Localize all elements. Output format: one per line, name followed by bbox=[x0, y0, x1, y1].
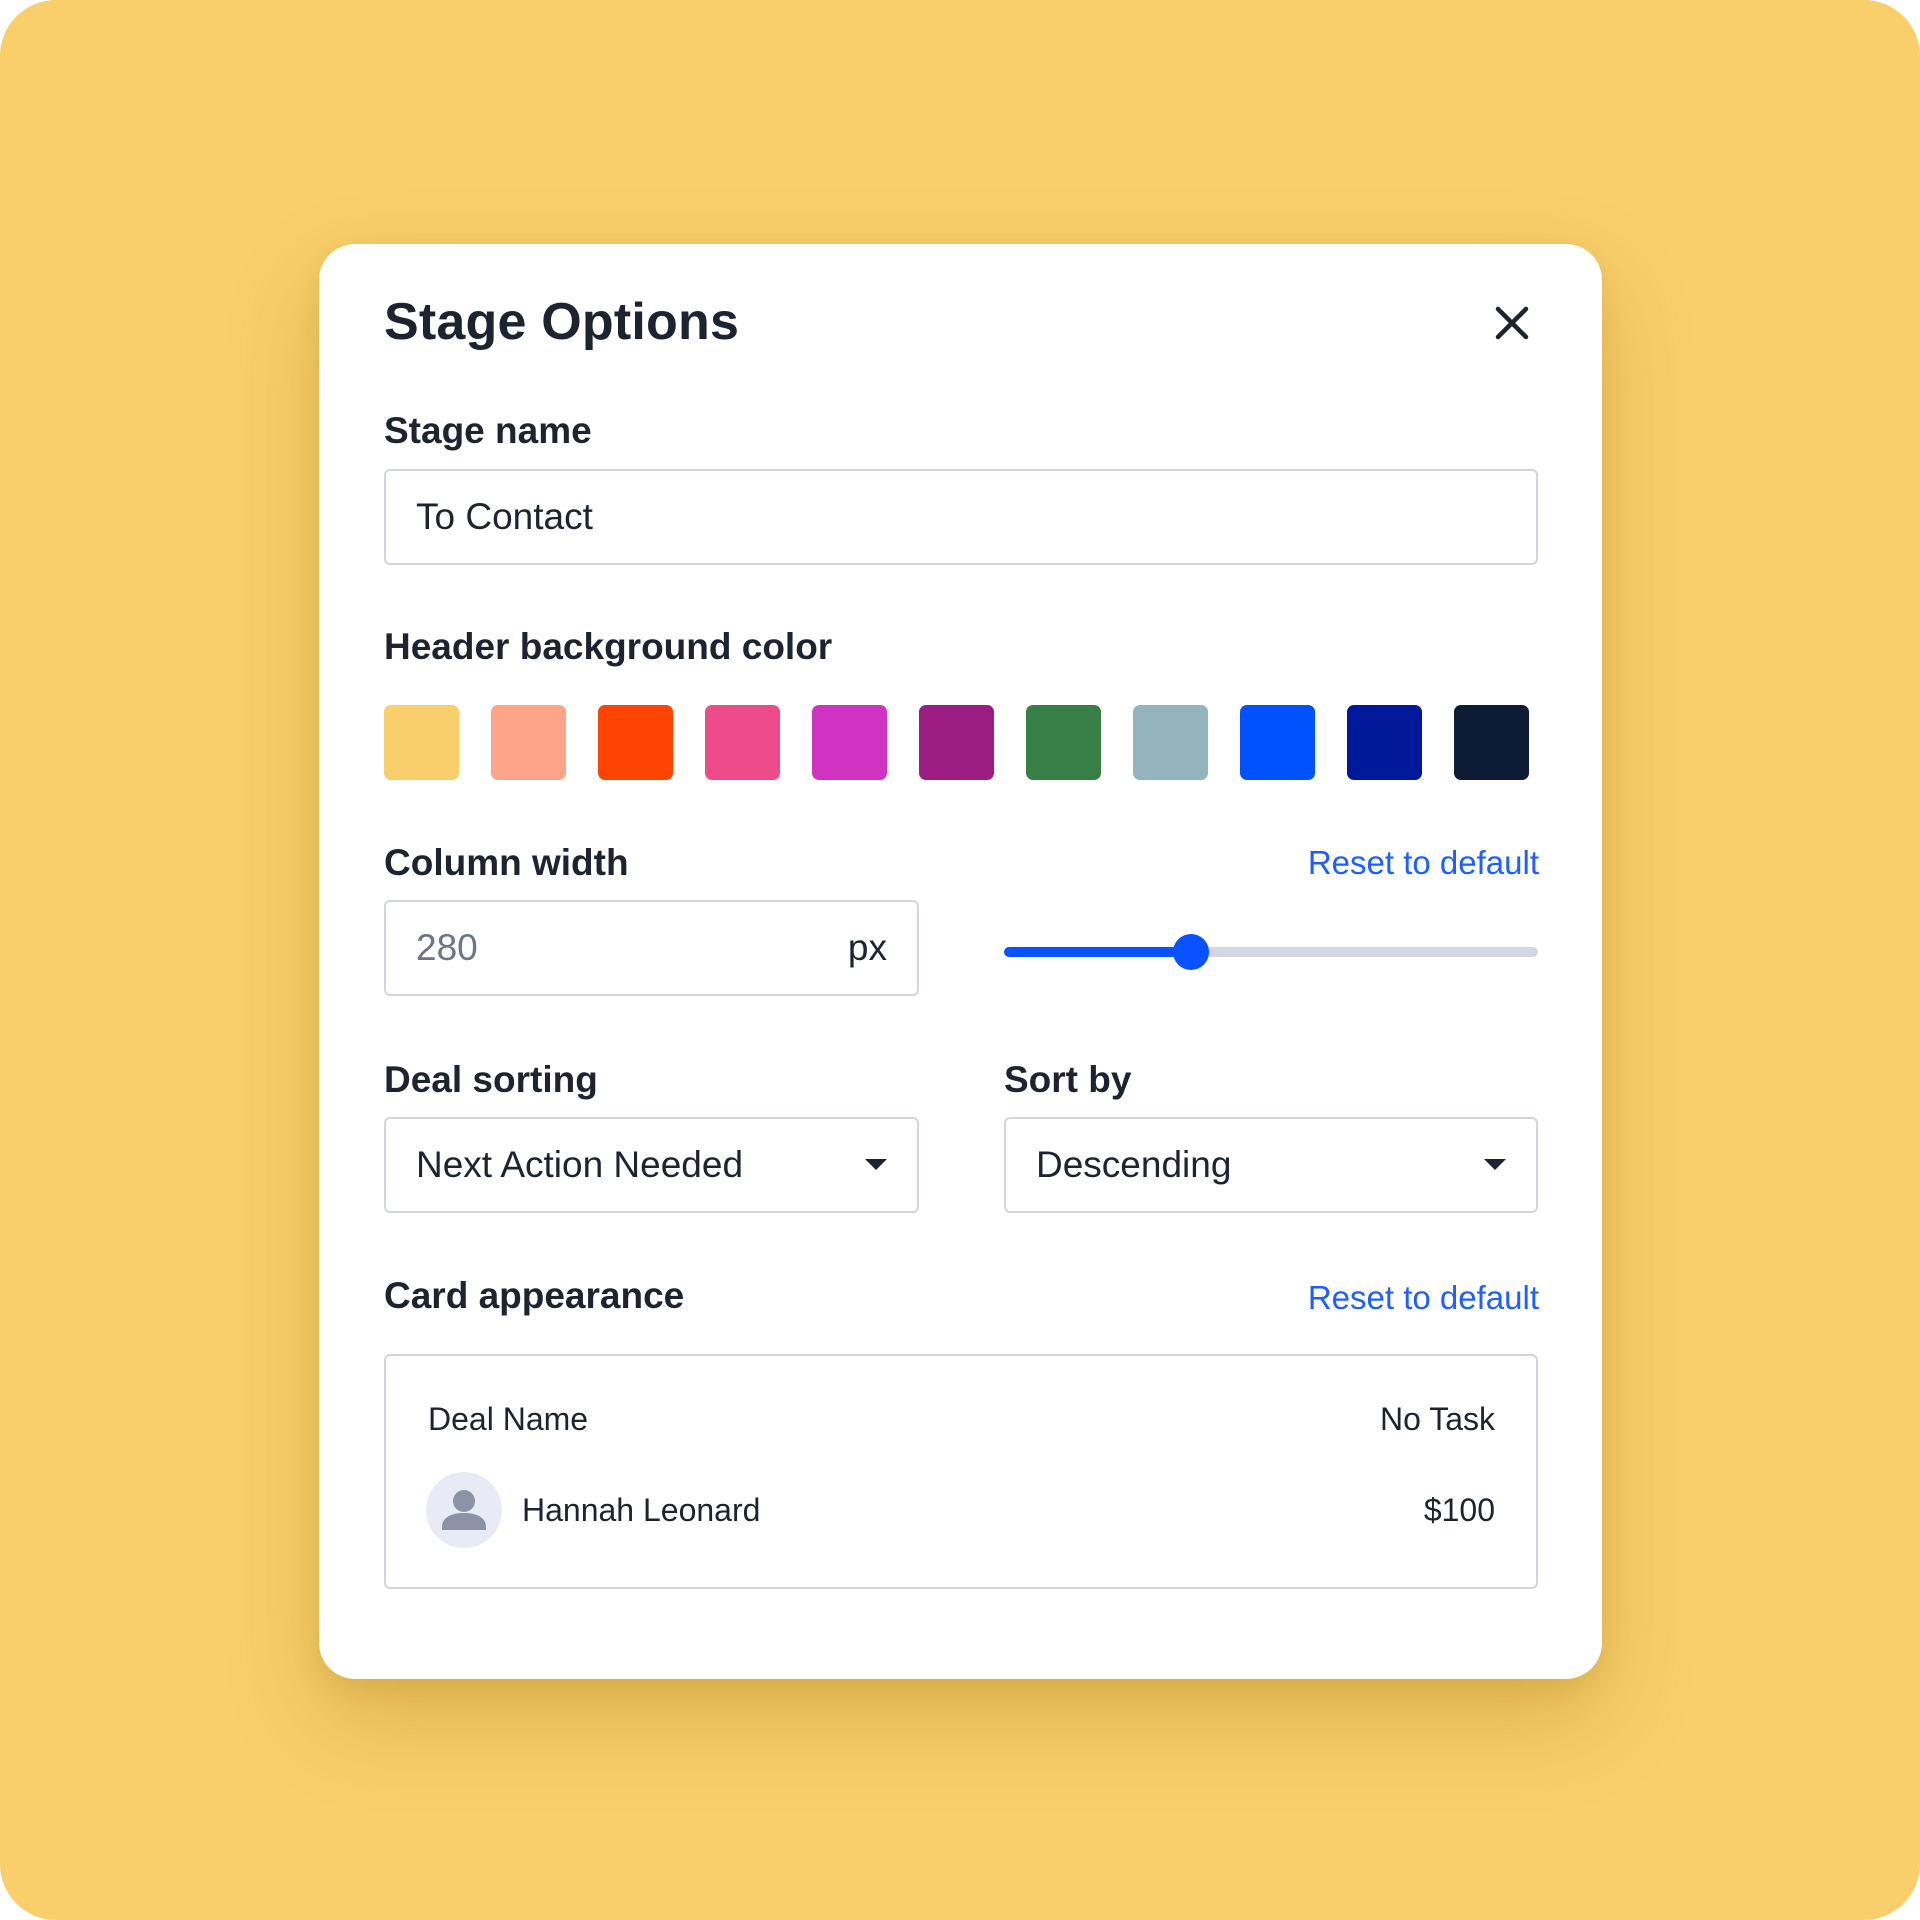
user-icon bbox=[442, 1490, 486, 1530]
slider-thumb[interactable] bbox=[1172, 934, 1209, 970]
sort-by-label: Sort by bbox=[1004, 1059, 1132, 1100]
card-contact-name: Hannah Leonard bbox=[522, 1492, 761, 1528]
close-button[interactable] bbox=[1492, 303, 1532, 343]
color-swatch-10[interactable] bbox=[1347, 705, 1422, 780]
slider-fill bbox=[1004, 947, 1191, 957]
column-width-label: Column width bbox=[384, 842, 629, 883]
color-swatch-11[interactable] bbox=[1454, 705, 1529, 780]
header-color-label: Header background color bbox=[384, 626, 833, 667]
card-appearance-reset-link[interactable]: Reset to default bbox=[1308, 1279, 1539, 1317]
column-width-reset-link[interactable]: Reset to default bbox=[1308, 844, 1539, 882]
deal-sorting-label: Deal sorting bbox=[384, 1059, 598, 1100]
color-swatch-9[interactable] bbox=[1240, 705, 1315, 780]
sort-by-value: Descending bbox=[1036, 1144, 1232, 1185]
column-width-input[interactable]: 280 px bbox=[384, 900, 919, 996]
stage-options-dialog: Stage Options Stage name To Contact Head… bbox=[319, 244, 1602, 1679]
close-icon bbox=[1495, 306, 1529, 340]
column-width-slider[interactable] bbox=[1004, 934, 1538, 970]
caret-down-icon bbox=[1484, 1159, 1506, 1170]
color-swatch-7[interactable] bbox=[1026, 705, 1101, 780]
caret-down-icon bbox=[865, 1159, 887, 1170]
color-swatch-8[interactable] bbox=[1133, 705, 1208, 780]
card-preview: Deal Name No Task Hannah Leonard $100 bbox=[384, 1354, 1538, 1589]
stage-name-label: Stage name bbox=[384, 410, 592, 451]
deal-sorting-select[interactable]: Next Action Needed bbox=[384, 1117, 919, 1213]
sort-by-select[interactable]: Descending bbox=[1004, 1117, 1538, 1213]
color-swatch-2[interactable] bbox=[491, 705, 566, 780]
column-width-unit: px bbox=[847, 927, 887, 968]
dialog-title: Stage Options bbox=[384, 293, 740, 351]
card-amount: $100 bbox=[1423, 1492, 1495, 1528]
color-swatch-5[interactable] bbox=[812, 705, 887, 780]
color-swatch-4[interactable] bbox=[705, 705, 780, 780]
card-deal-name: Deal Name bbox=[428, 1401, 589, 1437]
card-appearance-label: Card appearance bbox=[384, 1275, 685, 1316]
stage-name-value: To Contact bbox=[416, 496, 593, 537]
column-width-value: 280 bbox=[416, 927, 478, 968]
card-task-status: No Task bbox=[1379, 1401, 1495, 1437]
avatar bbox=[426, 1472, 502, 1548]
stage-name-input[interactable]: To Contact bbox=[384, 469, 1538, 565]
deal-sorting-value: Next Action Needed bbox=[416, 1144, 744, 1185]
color-swatch-6[interactable] bbox=[919, 705, 994, 780]
color-swatch-3[interactable] bbox=[598, 705, 673, 780]
color-swatch-1[interactable] bbox=[384, 705, 459, 780]
